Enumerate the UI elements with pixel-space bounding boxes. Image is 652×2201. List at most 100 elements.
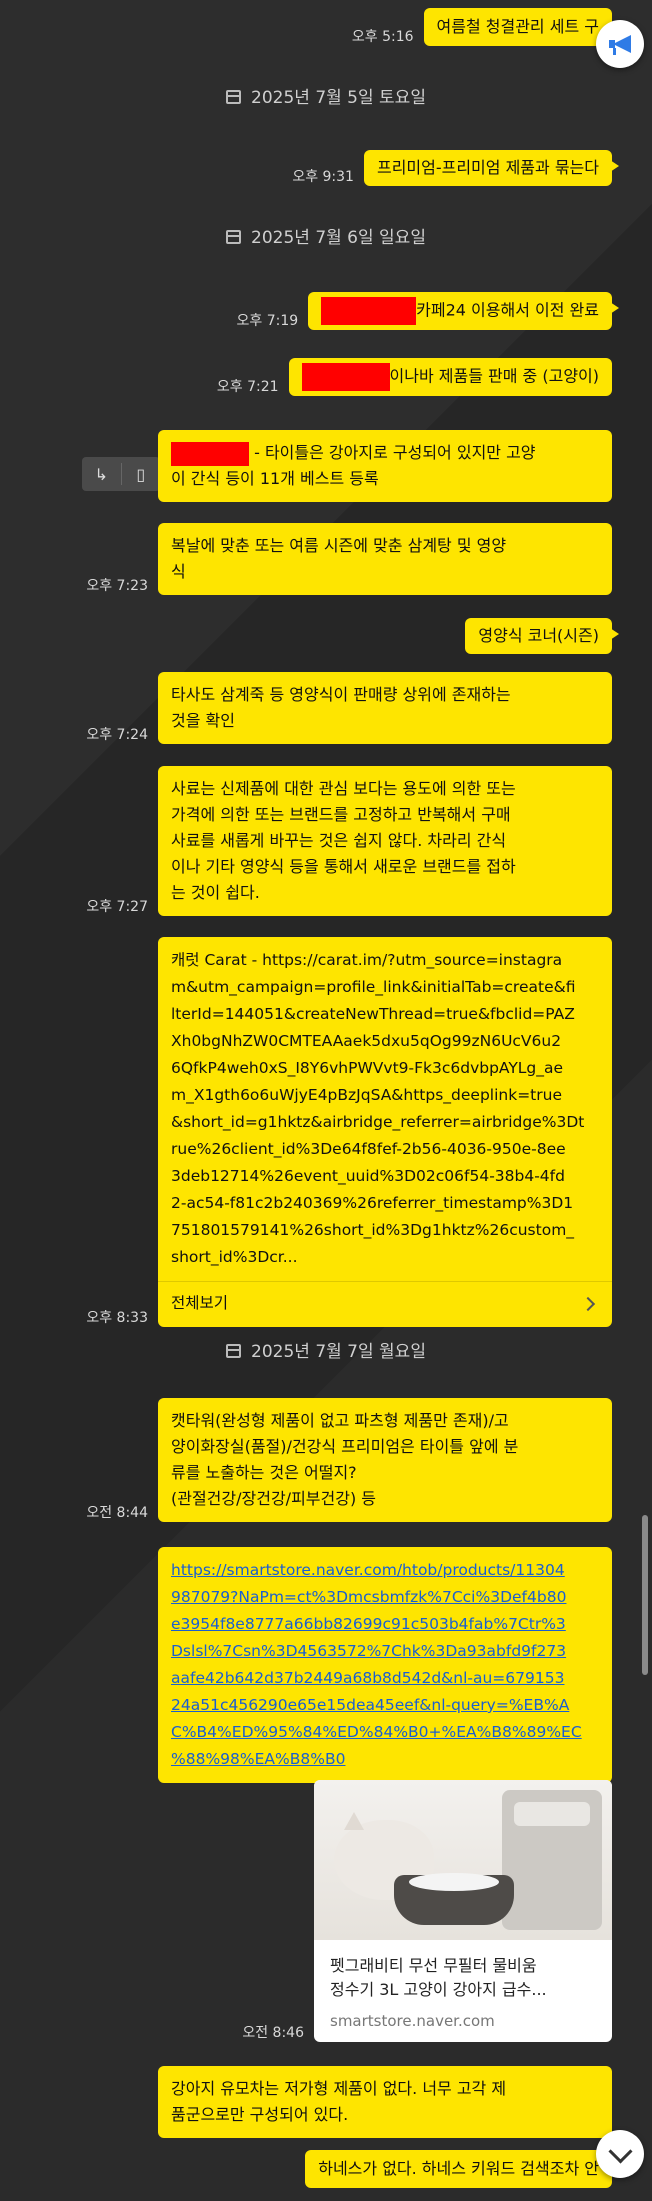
message-text: 카페24 이용해서 이전 완료 xyxy=(416,300,599,320)
view-all-label: 전체보기 xyxy=(171,1294,229,1312)
message-line: 3deb12714%26event_uuid%3D02c06f54-38b4-4… xyxy=(171,1167,565,1185)
url-link[interactable]: C%B4%ED%95%84%ED%84%B0+%EA%B8%89%EC xyxy=(171,1719,599,1746)
message-row: - 타이틀은 강아지로 구성되어 있지만 고양 이 간식 등이 11개 베스트 … xyxy=(158,430,612,502)
view-all-button[interactable]: 전체보기 xyxy=(171,1282,599,1317)
message-time: 오후 7:27 xyxy=(86,899,148,915)
cat-ear-shape xyxy=(344,1812,364,1830)
preview-domain: smartstore.naver.com xyxy=(330,2012,495,2030)
message-row: 오후 8:33 캐럿 Carat - https://carat.im/?utm… xyxy=(86,937,612,1327)
url-link[interactable]: 24a51c456290e65e15dea45eef&nl-query=%EB%… xyxy=(171,1692,599,1719)
message-bubble[interactable]: 복날에 맞춘 또는 여름 시즌에 맞춘 삼계탕 및 영양 식 xyxy=(158,523,612,595)
message-row: 오후 7:23 복날에 맞춘 또는 여름 시즌에 맞춘 삼계탕 및 영양 식 xyxy=(86,523,612,595)
message-row: 강아지 유모차는 저가형 제품이 없다. 너무 고각 제 품군으로만 구성되어 … xyxy=(158,2066,612,2138)
message-line: 것을 확인 xyxy=(171,711,235,730)
message-time: 오후 7:23 xyxy=(86,578,148,594)
message-row: 오전 8:46 펫그래비티 무선 무필터 물비움 정수기 3L 고양이 강아지 … xyxy=(242,1780,612,2042)
message-bubble[interactable]: 여름철 청결관리 세트 구 xyxy=(423,8,612,46)
message-row: 영양식 코너(시즌) xyxy=(465,618,619,654)
message-line: 타사도 삼계죽 등 영양식이 판매량 상위에 존재하는 xyxy=(171,685,511,704)
scrollbar-thumb[interactable] xyxy=(642,1515,648,1675)
message-row: 오후 7:27 사료는 신제품에 대한 관심 보다는 용도에 의한 또는 가격에… xyxy=(86,766,612,916)
redacted-block xyxy=(321,297,417,325)
calendar-icon xyxy=(226,90,242,104)
url-link[interactable]: aafe42b642d37b2449a68b8d542d&nl-au=67915… xyxy=(171,1665,599,1692)
preview-title: 정수기 3L 고양이 강아지 급수... xyxy=(330,1980,547,1999)
message-line: &short_id=g1hktz&airbridge_referrer=airb… xyxy=(171,1113,585,1131)
link-message-bubble[interactable]: https://smartstore.naver.com/htob/produc… xyxy=(158,1547,612,1783)
message-row: 오후 7:24 타사도 삼계죽 등 영양식이 판매량 상위에 존재하는 것을 확… xyxy=(86,672,612,744)
url-link[interactable]: https://smartstore.naver.com/htob/produc… xyxy=(171,1557,599,1584)
chat-log[interactable]: 오후 5:16 여름철 청결관리 세트 구 2025년 7월 5일 토요일 오후… xyxy=(0,0,652,2201)
message-bubble[interactable]: 카페24 이용해서 이전 완료 xyxy=(308,292,619,330)
preview-image xyxy=(314,1780,612,1940)
message-line: 가격에 의한 또는 브랜드를 고정하고 반복해서 구매 xyxy=(171,805,511,824)
message-bubble[interactable]: - 타이틀은 강아지로 구성되어 있지만 고양 이 간식 등이 11개 베스트 … xyxy=(158,430,612,502)
message-line: 는 것이 쉽다. xyxy=(171,883,260,902)
url-link[interactable]: 987079?NaPm=ct%3Dmcsbmfzk%7Cci%3Def4b80 xyxy=(171,1584,599,1611)
message-line: 식 xyxy=(171,562,186,581)
message-bubble[interactable]: 하네스가 없다. 하네스 키워드 검색조차 안 xyxy=(305,2150,612,2188)
reply-icon[interactable]: ↳ xyxy=(82,465,121,484)
message-line: 6QfkP4weh0xS_I8Y6vhPWVvt9-Fk3c6dvbpAYLg_… xyxy=(171,1059,564,1077)
message-line: lterId=144051&createNewThread=true&fbcli… xyxy=(171,1005,575,1023)
message-time: 오후 8:33 xyxy=(86,1310,148,1326)
message-line: Xh0bgNhZW0CMTEAAaek5dxu5qOg99zN6UcV6u2 xyxy=(171,1032,562,1050)
message-line: m_X1gth6o6uWjyE4pBzJqSA&https_deeplink=t… xyxy=(171,1086,562,1104)
message-bubble[interactable]: 사료는 신제품에 대한 관심 보다는 용도에 의한 또는 가격에 의한 또는 브… xyxy=(158,766,612,916)
message-bubble[interactable]: 이나바 제품들 판매 중 (고양이) xyxy=(288,358,612,396)
url-link[interactable]: Dslsl%7Csn%3D4563572%7Chk%3Da93abfd9f273 xyxy=(171,1638,599,1665)
message-time: 오후 5:16 xyxy=(351,29,414,45)
date-label: 2025년 7월 5일 토요일 xyxy=(251,88,426,108)
message-line: rue%26client_id%3De64f8fef-2b56-4036-950… xyxy=(171,1140,566,1158)
bookmark-icon[interactable]: ▯ xyxy=(122,465,161,484)
redacted-block xyxy=(301,363,390,391)
message-line: 류를 노출하는 것은 어떨지? xyxy=(171,1463,357,1482)
date-separator: 2025년 7월 5일 토요일 xyxy=(0,86,652,110)
bowl-water-shape xyxy=(409,1873,499,1891)
date-label: 2025년 7월 6일 일요일 xyxy=(251,228,426,248)
water-fountain-top xyxy=(514,1802,590,1826)
message-time: 오후 7:19 xyxy=(236,313,299,329)
message-row: 오후 7:21 이나바 제품들 판매 중 (고양이) xyxy=(217,358,612,396)
message-bubble[interactable]: 캣타워(완성형 제품이 없고 파츠형 제품만 존재)/고 양이화장실(품절)/건… xyxy=(158,1398,612,1522)
message-line: m&utm_campaign=profile_link&initialTab=c… xyxy=(171,978,576,996)
message-line: 이 간식 등이 11개 베스트 등록 xyxy=(171,469,379,488)
message-line: 품군으로만 구성되어 있다. xyxy=(171,2105,349,2124)
announcement-button[interactable] xyxy=(596,20,644,68)
message-time: 오후 7:21 xyxy=(216,379,279,395)
message-row: 오후 7:19 카페24 이용해서 이전 완료 xyxy=(236,292,619,330)
url-link[interactable]: %88%98%EA%B8%B0 xyxy=(171,1746,599,1773)
message-bubble[interactable]: 타사도 삼계죽 등 영양식이 판매량 상위에 존재하는 것을 확인 xyxy=(158,672,612,744)
message-line: 751801579141%26short_id%3Dg1hktz%26custo… xyxy=(171,1221,575,1239)
message-bubble[interactable]: 프리미엄-프리미엄 제품과 묶는다 xyxy=(363,150,620,186)
message-bubble[interactable]: 영양식 코너(시즌) xyxy=(465,618,619,654)
message-text: - 타이틀은 강아지로 구성되어 있지만 고양 xyxy=(249,443,536,462)
url-link[interactable]: e3954f8e8777a66bb82699c91c503b4fab%7Ctr%… xyxy=(171,1611,599,1638)
date-separator: 2025년 7월 6일 일요일 xyxy=(0,226,652,250)
message-row: 하네스가 없다. 하네스 키워드 검색조차 안 xyxy=(305,2150,612,2188)
message-row: 오전 8:44 캣타워(완성형 제품이 없고 파츠형 제품만 존재)/고 양이화… xyxy=(86,1398,612,1522)
message-text: 여름철 청결관리 세트 구 xyxy=(436,17,599,36)
message-line: 복날에 맞춘 또는 여름 시즌에 맞춘 삼계탕 및 영양 xyxy=(171,536,507,555)
message-time: 오전 8:44 xyxy=(86,1505,148,1521)
message-bubble[interactable]: 강아지 유모차는 저가형 제품이 없다. 너무 고각 제 품군으로만 구성되어 … xyxy=(158,2066,612,2138)
calendar-icon xyxy=(226,1344,242,1358)
message-text: 영양식 코너(시즌) xyxy=(478,626,599,645)
message-line: 사료를 새롭게 바꾸는 것은 쉽지 않다. 차라리 간식 xyxy=(171,831,507,850)
preview-title: 펫그래비티 무선 무필터 물비움 xyxy=(330,1956,537,1975)
message-line: 사료는 신제품에 대한 관심 보다는 용도에 의한 또는 xyxy=(171,779,516,798)
redacted-block xyxy=(171,441,249,466)
calendar-icon xyxy=(226,230,242,244)
message-text: 프리미엄-프리미엄 제품과 묶는다 xyxy=(376,158,599,177)
link-preview-card[interactable]: 펫그래비티 무선 무필터 물비움 정수기 3L 고양이 강아지 급수... sm… xyxy=(314,1780,612,2042)
date-separator: 2025년 7월 7일 월요일 xyxy=(0,1340,652,1364)
chevron-right-icon xyxy=(580,1296,596,1311)
message-time: 오후 7:24 xyxy=(86,727,148,743)
long-message-bubble[interactable]: 캐럿 Carat - https://carat.im/?utm_source=… xyxy=(158,937,612,1327)
message-row: 오후 9:31 프리미엄-프리미엄 제품과 묶는다 xyxy=(292,150,620,186)
scroll-to-bottom-button[interactable] xyxy=(596,2130,644,2178)
chevron-down-icon xyxy=(607,2138,633,2164)
message-line: short_id%3Dcr... xyxy=(171,1248,298,1266)
message-row: 오후 5:16 여름철 청결관리 세트 구 xyxy=(352,8,612,46)
message-line: (관절건강/장건강/피부건강) 등 xyxy=(171,1489,376,1508)
